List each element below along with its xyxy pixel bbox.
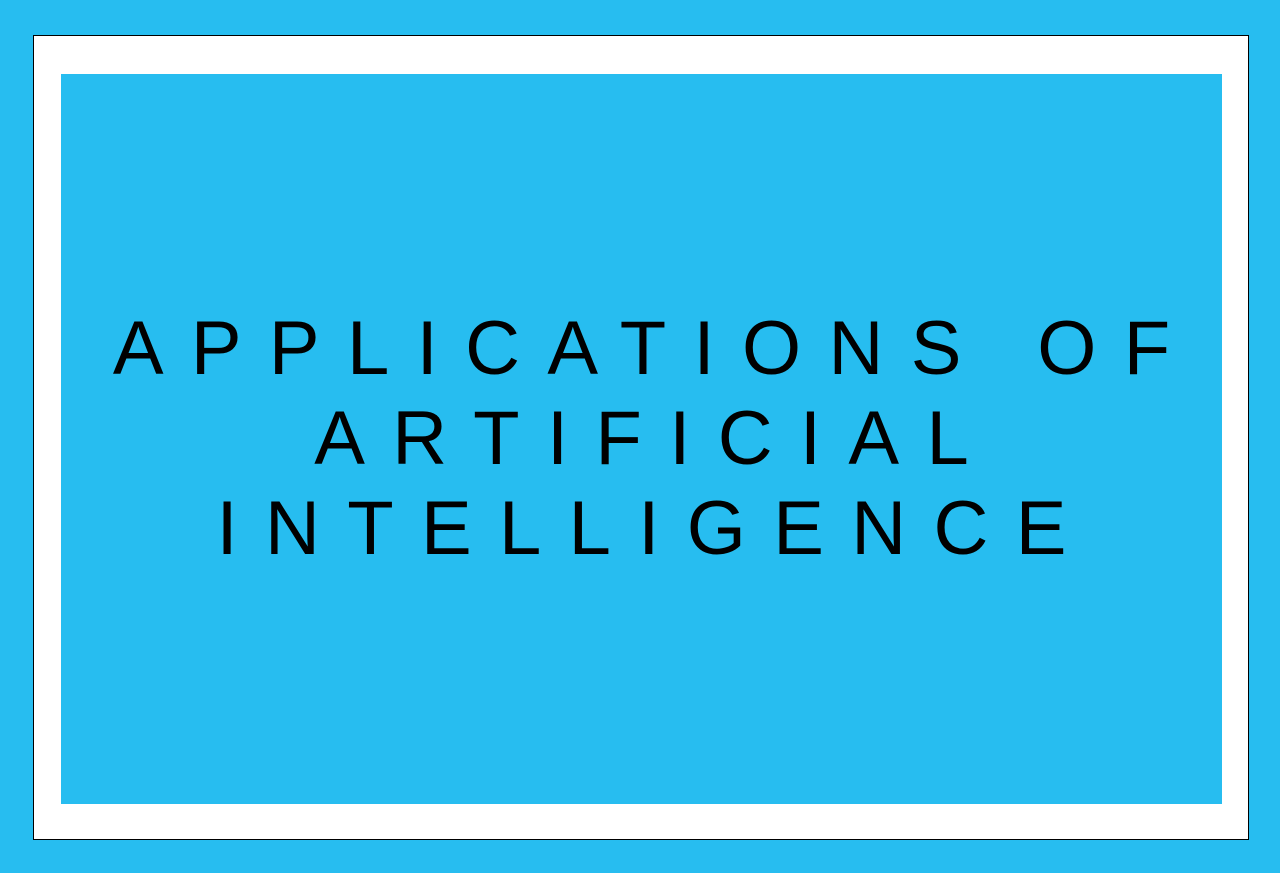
title-line-3: INTELLIGENCE: [216, 486, 1094, 571]
title-line-2: ARTIFICIAL: [314, 396, 997, 481]
title-line-1: APPLICATIONS OF: [112, 306, 1198, 391]
white-frame: APPLICATIONS OF ARTIFICIAL INTELLIGENCE: [33, 35, 1249, 840]
page-title: APPLICATIONS OF ARTIFICIAL INTELLIGENCE: [113, 304, 1170, 574]
title-panel: APPLICATIONS OF ARTIFICIAL INTELLIGENCE: [61, 74, 1222, 804]
